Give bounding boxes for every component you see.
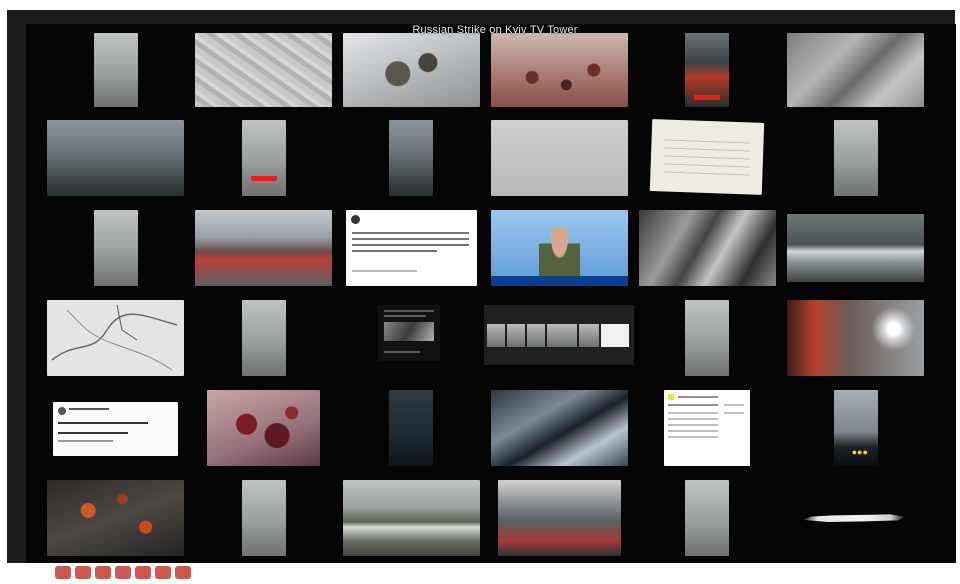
footage-tile-vertical-tower[interactable]	[242, 300, 286, 376]
footage-tile-snow-debris[interactable]	[343, 33, 480, 107]
footage-tile-white-debris[interactable]	[802, 500, 906, 532]
dashcam-tile[interactable]: ●●●	[834, 390, 878, 466]
footage-tile-vertical-trees[interactable]	[242, 480, 286, 556]
aerial-tile-blue[interactable]	[491, 390, 628, 466]
footage-tile-aerial-gray[interactable]	[787, 33, 924, 107]
news-tile-briefing[interactable]	[491, 210, 628, 286]
footage-tile-riverbank[interactable]	[343, 480, 480, 556]
tweet-tile-1[interactable]	[346, 210, 477, 286]
article-tile-1[interactable]	[664, 390, 750, 466]
footage-tile-vertical-mist[interactable]	[834, 120, 878, 196]
footage-tile-road[interactable]	[787, 214, 924, 282]
footage-tile-crowd[interactable]	[491, 33, 628, 107]
photo-tile-red[interactable]	[207, 390, 320, 466]
document-tile-paper[interactable]	[649, 119, 765, 195]
collage-title: Russian Strike on Kyiv TV Tower	[412, 24, 578, 36]
footage-tile-street-caption[interactable]: ​	[47, 120, 184, 196]
sketch-tile-map[interactable]	[47, 300, 184, 376]
footage-tile-phone-bar[interactable]	[242, 120, 286, 196]
photo-tile-shop[interactable]	[498, 480, 621, 556]
footage-tile-orange-smoke[interactable]	[787, 300, 924, 376]
bottom-marks	[55, 566, 225, 580]
photo-tile-flowers[interactable]	[47, 480, 184, 556]
footage-tile-vertical-street[interactable]	[94, 33, 138, 107]
strip-tile-frames[interactable]	[484, 305, 634, 365]
footage-tile-phone-red[interactable]	[685, 33, 729, 107]
top-strip	[0, 0, 960, 9]
footage-tile-snow-ground[interactable]	[195, 33, 332, 107]
footage-tile-houses[interactable]	[195, 210, 332, 286]
footage-tile-vertical-park[interactable]	[685, 480, 729, 556]
document-tile-dark[interactable]	[378, 305, 440, 361]
footage-tile-snow-street[interactable]	[94, 210, 138, 286]
footage-tile-gray-wall[interactable]	[491, 120, 628, 196]
footage-tile-vertical-smoke[interactable]	[685, 300, 729, 376]
footage-tile-vertical-road[interactable]	[389, 120, 433, 196]
footage-tile-dark-vertical[interactable]	[389, 390, 433, 466]
satellite-tile-1[interactable]	[639, 210, 776, 286]
tweet-tile-2[interactable]	[53, 402, 178, 456]
